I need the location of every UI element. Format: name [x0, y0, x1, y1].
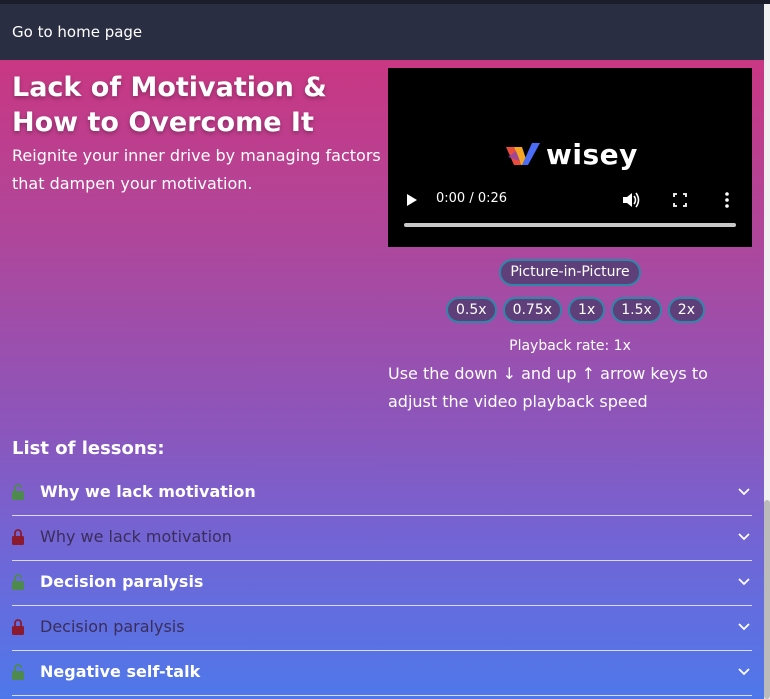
rate-2x-button[interactable]: 2x [667, 297, 705, 323]
course-title: Lack of Motivation & How to Overcome It [12, 72, 327, 138]
home-link[interactable]: Go to home page [12, 23, 142, 41]
play-icon[interactable] [406, 194, 418, 206]
course-subtitle: Reignite your inner drive by managing fa… [12, 146, 381, 193]
chevron-down-icon[interactable] [738, 487, 750, 497]
scrollbar-thumb[interactable] [764, 500, 770, 699]
header-bar: Go to home page [0, 4, 764, 60]
lesson-label: Negative self-talk [40, 662, 201, 681]
video-controls: 0:00 / 0:26 [388, 186, 752, 214]
playback-hint: Use the down ↓ and up ↑ arrow keys to ad… [388, 364, 708, 411]
more-options-icon[interactable] [720, 191, 734, 209]
chevron-down-icon[interactable] [738, 667, 750, 677]
lesson-item[interactable]: Decision paralysis [12, 605, 752, 651]
video-logo: wisey [506, 138, 638, 171]
lesson-item[interactable]: Why we lack motivation [12, 470, 752, 516]
chevron-down-icon[interactable] [738, 577, 750, 587]
brand-name: wisey [546, 138, 638, 171]
lesson-label: Why we lack motivation [40, 482, 256, 501]
picture-in-picture-button[interactable]: Picture-in-Picture [499, 259, 641, 286]
lesson-item[interactable]: Negative self-talk [12, 650, 752, 696]
lesson-label: Why we lack motivation [40, 527, 232, 546]
video-progress-bar[interactable] [404, 223, 736, 227]
lesson-label: Decision paralysis [40, 572, 204, 591]
playback-rate-label: Playback rate: 1x [509, 338, 631, 354]
rate-1-5x-button[interactable]: 1.5x [611, 297, 662, 323]
lesson-item[interactable]: Decision paralysis [12, 560, 752, 606]
wisey-logo-icon [506, 142, 540, 165]
unlocked-icon [12, 484, 24, 500]
unlocked-icon [12, 664, 24, 680]
volume-icon[interactable] [622, 191, 640, 209]
chevron-down-icon[interactable] [738, 532, 750, 542]
fullscreen-icon[interactable] [672, 191, 688, 209]
rate-0-75x-button[interactable]: 0.75x [502, 297, 563, 323]
unlocked-icon [12, 574, 24, 590]
playback-rate-buttons: 0.5x 0.75x 1x 1.5x 2x [446, 297, 705, 323]
rate-0-5x-button[interactable]: 0.5x [446, 297, 497, 323]
lock-icon [12, 529, 24, 545]
video-time: 0:00 / 0:26 [436, 191, 508, 206]
rate-1x-button[interactable]: 1x [568, 297, 606, 323]
lesson-label: Decision paralysis [40, 617, 185, 636]
lock-icon [12, 619, 24, 635]
chevron-down-icon[interactable] [738, 622, 750, 632]
lesson-item[interactable]: Why we lack motivation [12, 515, 752, 561]
lessons-title: List of lessons: [12, 438, 165, 459]
video-player[interactable]: wisey 0:00 / 0:26 [388, 68, 752, 247]
